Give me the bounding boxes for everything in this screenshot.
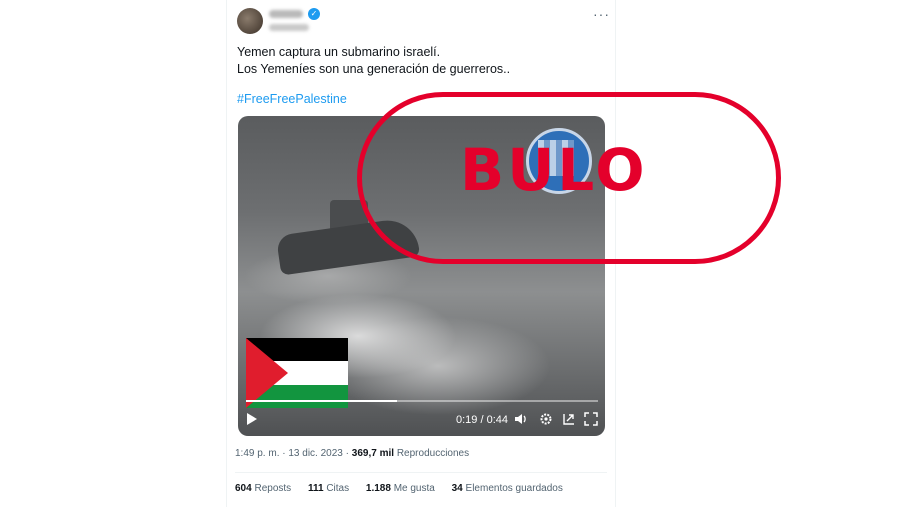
tweet-text-line2: Los Yemeníes son una generación de guerr… [237,62,511,76]
blurred-username[interactable] [269,24,309,31]
bookmarks-count: 34 [451,483,463,494]
hashtag-link[interactable]: #FreeFreePalestine [237,92,347,106]
divider [235,472,607,473]
tweet-stats: 604 Reposts 111 Citas 1.188 Me gusta 34 … [235,483,577,494]
fullscreen-icon[interactable] [584,412,598,428]
play-icon[interactable] [246,412,258,428]
tweet-date[interactable]: 13 dic. 2023 [288,448,343,459]
meta-separator: · [345,448,349,459]
skip-icon[interactable] [562,412,576,428]
reposts-stat[interactable]: 604 Reposts [235,483,291,494]
tweet-text-line1: Yemen captura un submarino israelí. [237,45,441,59]
verified-badge-icon: ✓ [308,8,320,20]
bookmarks-label: Elementos guardados [465,483,563,494]
palestine-flag-emoji [246,338,348,408]
quotes-label: Citas [326,483,350,494]
avatar[interactable] [237,8,263,34]
video-progress-fill [246,400,398,402]
quotes-stat[interactable]: 111 Citas [308,483,349,494]
quotes-count: 111 [307,483,324,494]
tweet-text: Yemen captura un submarino israelí. Los … [237,44,597,78]
reposts-count: 604 [235,483,252,494]
likes-count: 1.188 [365,483,391,494]
settings-icon[interactable] [539,412,553,428]
views-label: Reproducciones [396,448,470,459]
volume-icon[interactable] [514,412,528,428]
tweet-time[interactable]: 1:49 p. m. [235,448,279,459]
bookmarks-stat[interactable]: 34 Elementos guardados [452,483,563,494]
likes-label: Me gusta [393,483,435,494]
tweet-meta: 1:49 p. m. · 13 dic. 2023 · 369,7 mil Re… [235,448,469,459]
video-progress-bar[interactable] [246,400,598,402]
more-options-icon[interactable]: ··· [593,6,610,22]
views-count: 369,7 mil [351,448,395,459]
hoax-stamp-label: BULO [460,136,648,204]
meta-separator: · [282,448,286,459]
video-time: 0:19 / 0:44 [456,414,508,426]
likes-stat[interactable]: 1.188 Me gusta [366,483,435,494]
blurred-display-name[interactable] [269,10,303,18]
reposts-label: Reposts [254,483,292,494]
